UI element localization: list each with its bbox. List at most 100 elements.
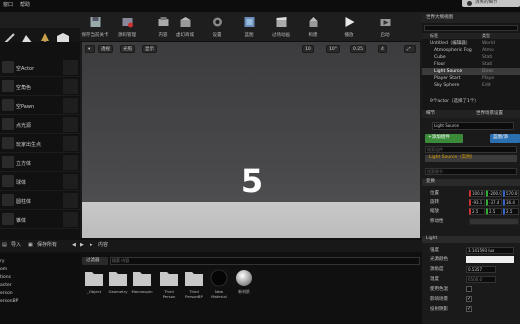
- grid-snap-button[interactable]: 10: [302, 45, 314, 53]
- add-component-button[interactable]: +添加组件: [425, 134, 463, 143]
- settings-button[interactable]: 设置: [202, 14, 232, 40]
- save-level-button[interactable]: 保存当前关卡: [80, 14, 110, 40]
- actor-item-empty-pawn[interactable]: 空Pawn: [0, 96, 80, 115]
- filter-button[interactable]: 过滤器: [82, 257, 108, 265]
- tree-item[interactable]: tions: [0, 275, 11, 281]
- actor-item-cone[interactable]: 锥体: [0, 210, 80, 229]
- menu-window[interactable]: 窗口: [3, 3, 13, 8]
- mobility-selector[interactable]: [469, 218, 519, 225]
- scale-z-field[interactable]: 2.5: [503, 208, 519, 215]
- rotation-x-field[interactable]: -93.1: [469, 199, 485, 206]
- outliner-row[interactable]: Floor Stati: [422, 61, 520, 68]
- actor-item-cylinder[interactable]: 圆柱体: [0, 191, 80, 210]
- tree-item[interactable]: acter: [0, 283, 12, 289]
- affects-world-checkbox[interactable]: ✓: [466, 296, 472, 302]
- tree-item[interactable]: om: [0, 267, 7, 273]
- mobility-label: 移动性: [430, 219, 444, 224]
- temperature-field[interactable]: 6500.0: [466, 276, 496, 283]
- outliner-row[interactable]: Sky Sphere Edit: [422, 82, 520, 89]
- rotation-z-field[interactable]: 36.4: [503, 199, 519, 206]
- transform-section-header[interactable]: 变换: [422, 179, 520, 186]
- source-angle-field[interactable]: 0.5357: [466, 266, 496, 273]
- use-temperature-checkbox[interactable]: [466, 286, 472, 292]
- source-control-button[interactable]: 源码管理: [112, 14, 142, 40]
- tree-item[interactable]: ry: [0, 259, 5, 265]
- outliner-row[interactable]: Atmospheric Fog Atmo: [422, 47, 520, 54]
- save-all-button[interactable]: ▣ 保存所有: [28, 241, 68, 251]
- rotation-label: 旋转: [430, 200, 439, 205]
- component-item[interactable]: Light Source（实例）: [425, 155, 517, 162]
- asset-folder[interactable]: _Object: [83, 268, 105, 295]
- actor-item-point-light[interactable]: 点光源: [0, 115, 80, 134]
- player-start-icon: [2, 137, 14, 149]
- outliner-row-name: Untitled（编辑器）: [430, 41, 471, 46]
- actor-item-cube[interactable]: 立方体: [0, 153, 80, 172]
- launch-button[interactable]: 启动: [370, 14, 400, 40]
- light-section-header[interactable]: Light: [422, 236, 520, 243]
- settings-label: 设置: [212, 33, 222, 38]
- cast-shadows-checkbox[interactable]: ✓: [466, 306, 472, 312]
- actor-item-label: 立方体: [16, 161, 32, 167]
- asset-material[interactable]: New Material: [208, 268, 230, 299]
- content-search-input[interactable]: 搜索 内容: [110, 257, 420, 265]
- outliner-row[interactable]: Player Start Playe: [422, 75, 520, 82]
- camera-speed-button[interactable]: 4: [378, 45, 387, 53]
- actor-item-empty-character[interactable]: 空角色: [0, 77, 80, 96]
- play-button[interactable]: 播放: [334, 14, 364, 40]
- rotation-y-field[interactable]: -37.4: [486, 199, 502, 206]
- scale-snap-button[interactable]: 0.25: [350, 45, 367, 53]
- import-button[interactable]: ▤ 导入: [2, 241, 26, 251]
- build-button[interactable]: 构建: [298, 14, 328, 40]
- save-level-label: 保存当前关卡: [81, 33, 109, 38]
- actor-item-label: 球体: [16, 180, 27, 186]
- outliner-row[interactable]: Cube Stati: [422, 54, 520, 61]
- maximize-viewport-button[interactable]: ⤢: [404, 45, 416, 53]
- tree-item[interactable]: erson: [0, 291, 13, 297]
- scale-x-field[interactable]: 2.5: [469, 208, 485, 215]
- scale-y-field[interactable]: 2.5: [486, 208, 502, 215]
- perspective-button[interactable]: 透视: [98, 45, 113, 53]
- actor-preview-icon: [63, 136, 78, 151]
- path-breadcrumb[interactable]: 内容: [98, 243, 108, 248]
- tab-details[interactable]: 细节: [426, 111, 435, 117]
- location-z-field[interactable]: 570.0: [503, 190, 519, 197]
- marketplace-button[interactable]: 虚幻商城: [170, 14, 200, 40]
- actor-item-empty-actor[interactable]: 空Actor: [0, 58, 80, 77]
- outliner-row[interactable]: Untitled（编辑器） World: [422, 40, 520, 47]
- level-viewport[interactable]: ▾ 透视 光照 显示 10 10° 0.25 4 ⤢ 5 ⊥: [82, 42, 420, 238]
- location-y-field[interactable]: -200.0: [486, 190, 502, 197]
- rotation-snap-button[interactable]: 10°: [326, 45, 340, 53]
- outliner-row-selected[interactable]: Light Source Direc: [422, 68, 520, 75]
- details-search-input[interactable]: 搜索细节: [425, 168, 517, 175]
- cinematics-button[interactable]: 过场动画: [266, 14, 296, 40]
- intensity-field[interactable]: 3.141593 lux: [466, 247, 514, 254]
- actor-name-field[interactable]: Light Source: [432, 122, 514, 130]
- asset-folder[interactable]: Third Person: [158, 268, 180, 299]
- asset-folder[interactable]: Third PersonBP: [183, 268, 205, 299]
- component-search-input[interactable]: 搜索组件: [425, 146, 517, 153]
- lit-button[interactable]: 光照: [120, 45, 135, 53]
- outliner-row-type: Stati: [482, 55, 493, 60]
- outliner-row-name: Sky Sphere: [434, 83, 460, 88]
- blueprint-button[interactable]: 蓝图: [234, 14, 264, 40]
- asset-folder[interactable]: Geometry: [107, 268, 129, 295]
- asset-material[interactable]: 新材质: [233, 268, 255, 295]
- tab-world-settings[interactable]: 世界场景设置: [476, 111, 503, 117]
- back-arrow-icon[interactable]: ◀: [72, 243, 76, 248]
- location-x-field[interactable]: 100.0: [469, 190, 485, 197]
- actor-item-label: 点光源: [16, 123, 32, 129]
- tree-item[interactable]: ersonBP: [0, 299, 18, 305]
- show-button[interactable]: 显示: [142, 45, 157, 53]
- use-temperature-label: 使用色温: [430, 287, 448, 292]
- actor-item-sphere[interactable]: 球体: [0, 172, 80, 191]
- viewport-options-button[interactable]: ▾: [85, 45, 95, 53]
- menu-help[interactable]: 帮助: [20, 3, 30, 8]
- blueprint-add-button[interactable]: 蓝图/添: [490, 134, 520, 143]
- forward-arrow-icon[interactable]: ▶: [80, 243, 84, 248]
- light-color-swatch[interactable]: [466, 256, 514, 263]
- outliner-title: 世界大纲视图: [426, 15, 453, 20]
- asset-folder[interactable]: Mannequin: [131, 268, 153, 295]
- play-icon: [345, 17, 355, 27]
- actor-item-player-start[interactable]: 玩家出生点: [0, 134, 80, 153]
- outliner-search-input[interactable]: [424, 25, 518, 31]
